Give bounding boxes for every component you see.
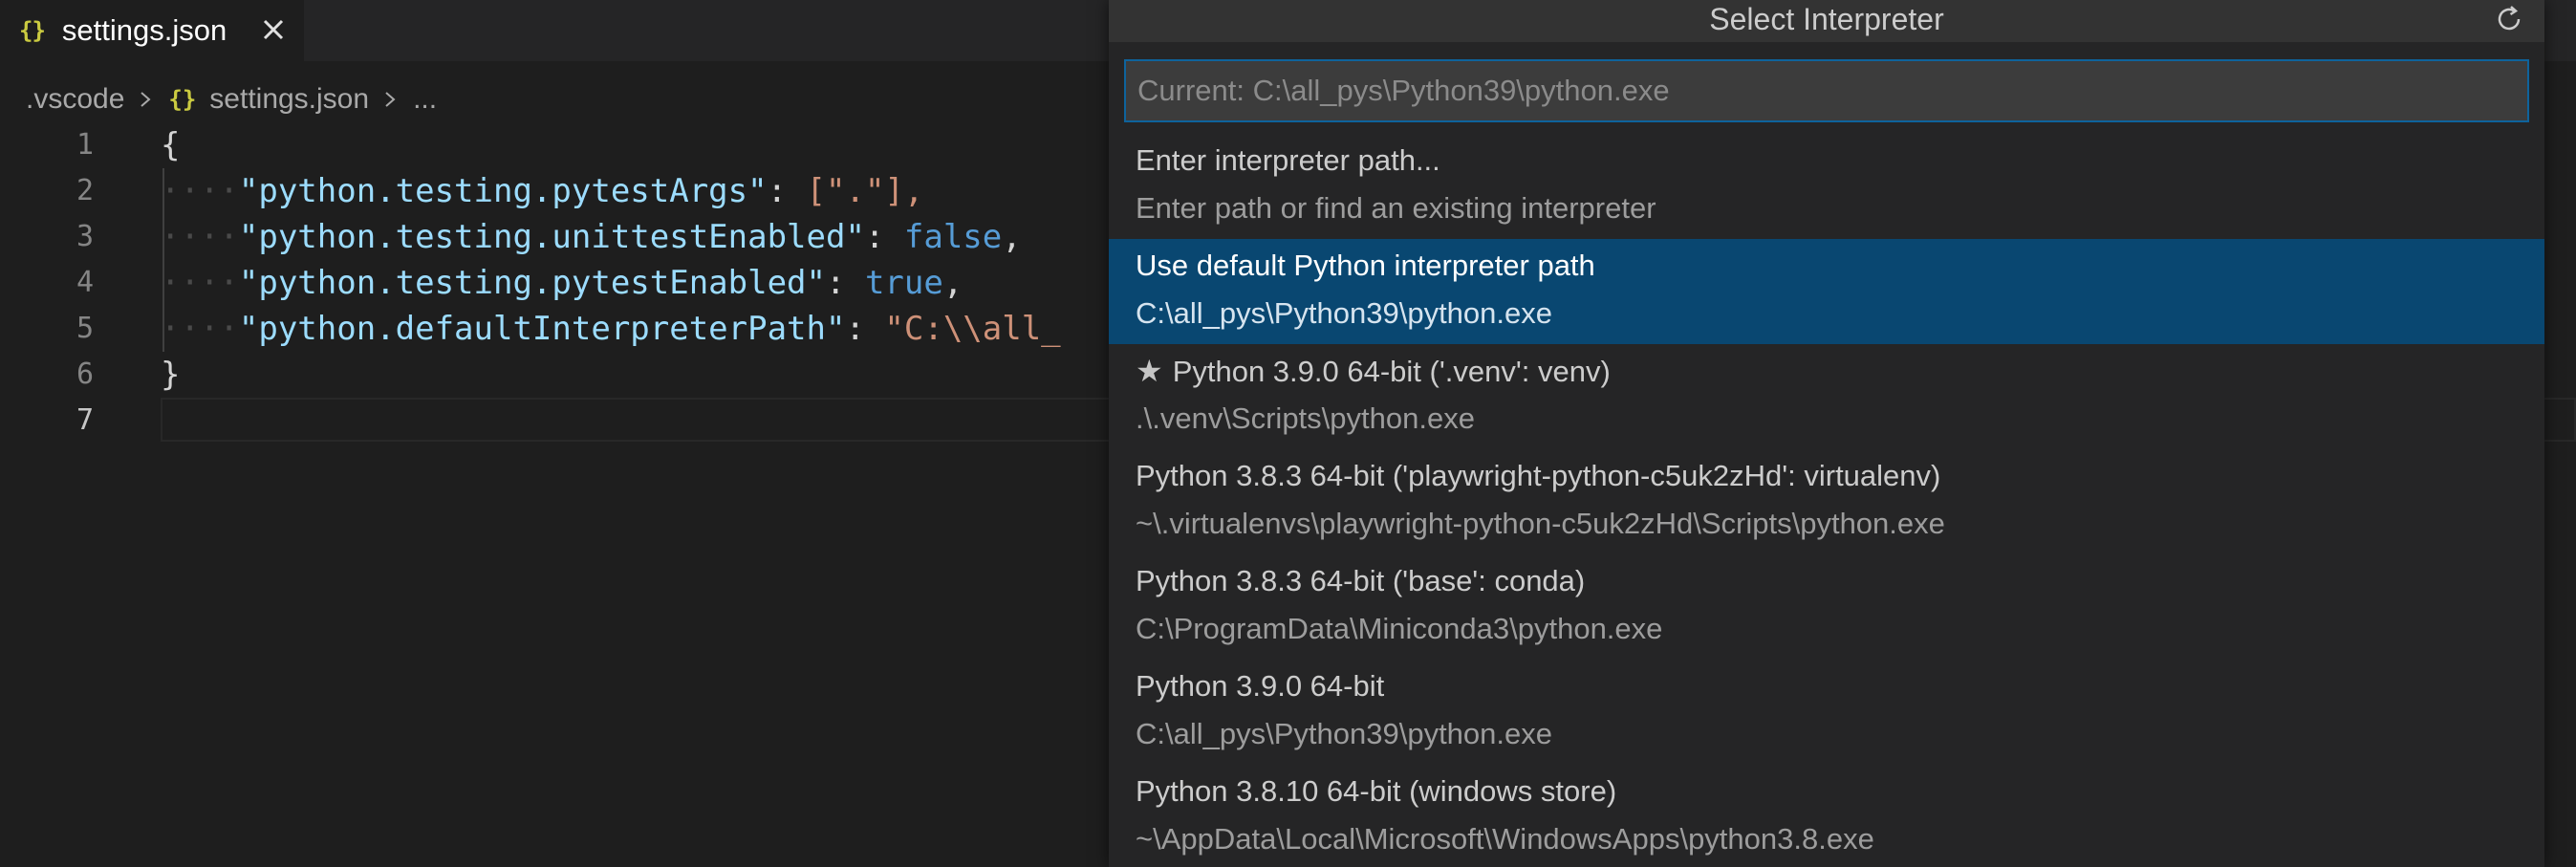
chevron-right-icon	[385, 92, 396, 107]
json-key: "python.testing.pytestEnabled"	[238, 264, 826, 302]
list-item-description: C:\all_pys\Python39\python.exe	[1136, 717, 1552, 750]
code-text: ····"python.testing.pytestArgs": ["."],	[161, 172, 924, 210]
breadcrumb-file[interactable]: settings.json	[209, 83, 369, 116]
list-item-description: .\.venv\Scripts\python.exe	[1136, 401, 1475, 435]
list-item-label: Python 3.8.10 64-bit (windows store)	[1136, 774, 1617, 808]
line-number: 4	[76, 266, 94, 299]
code-text: ····"python.testing.pytestEnabled": true…	[161, 264, 963, 302]
code-text: {	[161, 122, 180, 168]
list-item-interpreter[interactable]: Python 3.9.0 64-bit C:\all_pys\Python39\…	[1109, 660, 2544, 765]
line-number: 1	[76, 128, 94, 162]
list-item-enter-path[interactable]: Enter interpreter path... Enter path or …	[1109, 134, 2544, 239]
list-item-interpreter[interactable]: Python 3.8.3 64-bit ('playwright-python-…	[1109, 449, 2544, 554]
line-number: 2	[76, 174, 94, 207]
json-value: ["."],	[806, 172, 924, 210]
tab-label: settings.json	[61, 13, 227, 47]
line-number: 6	[76, 358, 94, 391]
code-text: ····"python.defaultInterpreterPath": "C:…	[161, 310, 1061, 348]
json-brace: }	[161, 356, 181, 394]
json-value: true	[864, 264, 943, 302]
select-interpreter-quick-pick: Select Interpreter Enter interpreter pat…	[1109, 0, 2544, 867]
json-braces-icon: {}	[168, 86, 197, 113]
line-number: 5	[76, 312, 94, 345]
list-item-label: Python 3.9.0 64-bit ('.venv': venv)	[1172, 355, 1611, 388]
json-key: "python.testing.unittestEnabled"	[238, 218, 865, 256]
list-item-interpreter[interactable]: ★ Python 3.9.0 64-bit ('.venv': venv) .\.…	[1109, 344, 2544, 449]
star-icon: ★	[1136, 354, 1163, 388]
line-number: 7	[76, 403, 94, 437]
json-key: "python.testing.pytestArgs"	[238, 172, 768, 210]
list-item-label: Use default Python interpreter path	[1136, 249, 1595, 282]
list-item-interpreter[interactable]: Python 3.8.3 64-bit ('base': conda) C:\P…	[1109, 554, 2544, 660]
refresh-icon[interactable]	[2493, 3, 2525, 35]
list-item-label: Enter interpreter path...	[1136, 143, 1440, 177]
json-braces-icon: {}	[19, 17, 46, 44]
list-item-description: Enter path or find an existing interpret…	[1136, 191, 1656, 225]
list-item-description: C:\all_pys\Python39\python.exe	[1136, 296, 1552, 330]
json-value: "C:\\all_	[884, 310, 1061, 348]
close-icon[interactable]	[256, 12, 291, 47]
list-item-label: Python 3.9.0 64-bit	[1136, 669, 1385, 703]
quick-pick-title: Select Interpreter	[1709, 2, 1944, 36]
list-item-description: ~\.virtualenvs\playwright-python-c5uk2zH…	[1136, 507, 1945, 540]
list-item-default-path[interactable]: Use default Python interpreter path C:\a…	[1109, 239, 2544, 344]
interpreter-path-input[interactable]	[1124, 59, 2529, 122]
breadcrumb-more[interactable]: ...	[413, 83, 437, 116]
breadcrumb-folder[interactable]: .vscode	[26, 83, 124, 116]
json-brace: {	[161, 126, 181, 164]
code-text: }	[161, 352, 180, 398]
json-value: false	[903, 218, 1003, 256]
list-item-label: Python 3.8.3 64-bit ('base': conda)	[1136, 564, 1586, 597]
interpreter-list: Enter interpreter path... Enter path or …	[1109, 134, 2544, 867]
chevron-right-icon	[141, 92, 151, 107]
list-item-label: Python 3.8.3 64-bit ('playwright-python-…	[1136, 459, 1941, 492]
breadcrumb: .vscode {} settings.json ...	[26, 78, 437, 120]
tab-settings-json[interactable]: {} settings.json	[0, 0, 304, 61]
list-item-description: C:\ProgramData\Miniconda3\python.exe	[1136, 612, 1663, 645]
json-key: "python.defaultInterpreterPath"	[238, 310, 846, 348]
line-number: 3	[76, 220, 94, 253]
list-item-label-row: ★ Python 3.9.0 64-bit ('.venv': venv)	[1136, 350, 1611, 393]
code-text: ····"python.testing.unittestEnabled": fa…	[161, 218, 1022, 256]
quick-pick-title-bar: Select Interpreter	[1109, 0, 2544, 42]
list-item-interpreter[interactable]: Python 3.8.10 64-bit (windows store) ~\A…	[1109, 765, 2544, 867]
list-item-description: ~\AppData\Local\Microsoft\WindowsApps\py…	[1136, 822, 1874, 856]
